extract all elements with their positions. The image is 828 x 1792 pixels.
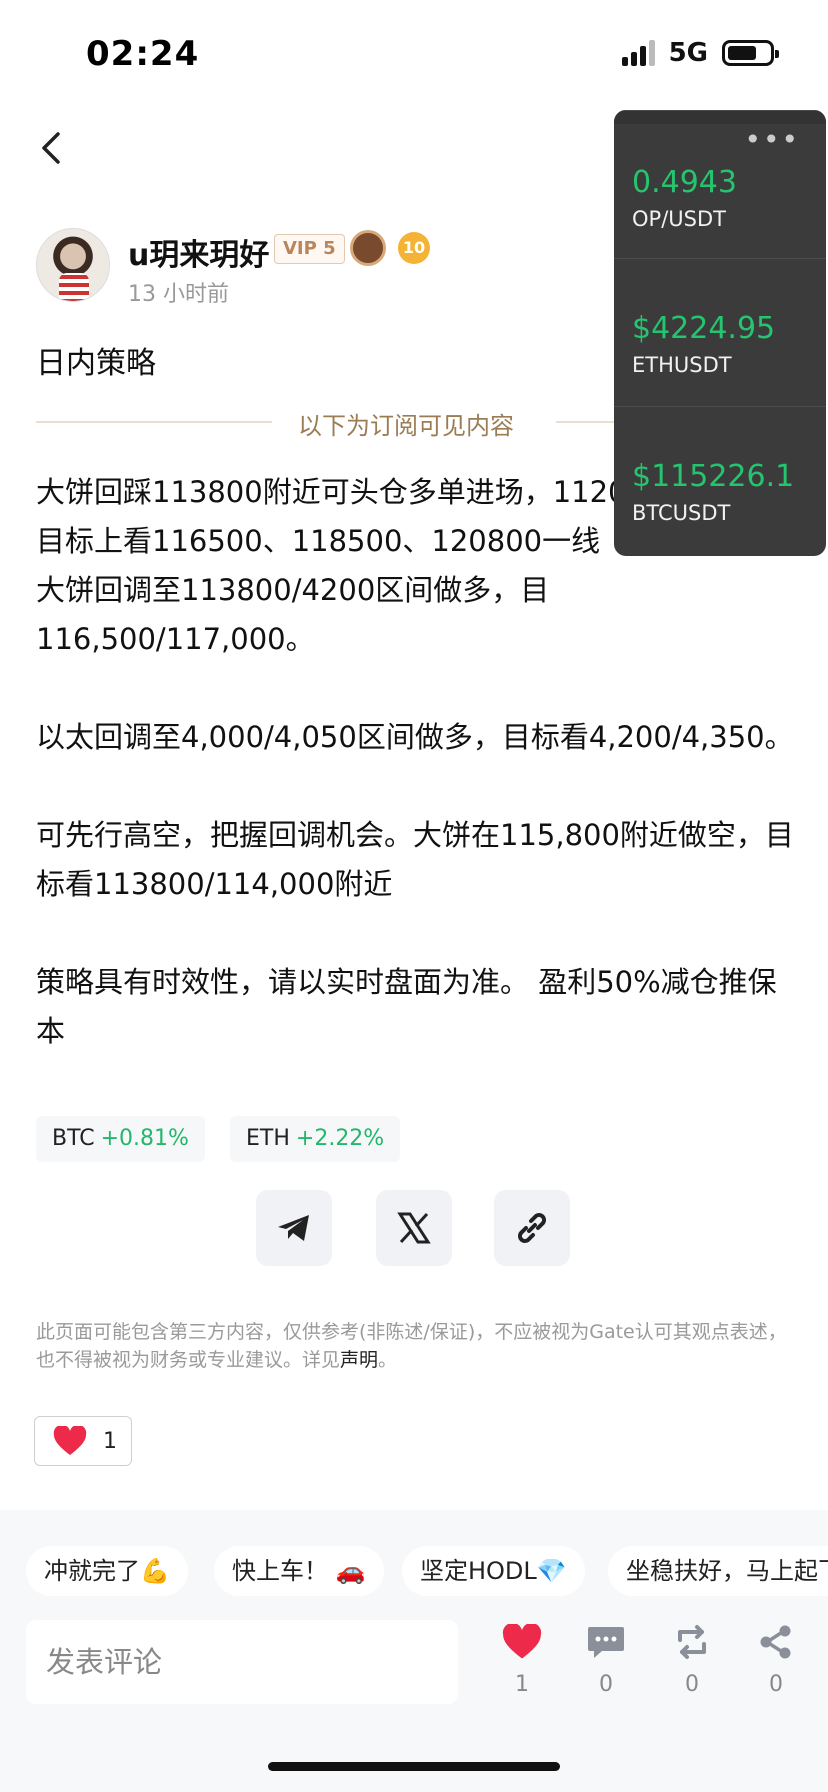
disclaimer-link[interactable]: 声明 [340, 1349, 378, 1371]
coin-symbol: BTC [52, 1126, 95, 1151]
signal-icon [621, 40, 655, 66]
post-time: 13 小时前 [128, 282, 229, 307]
share-count: 0 [769, 1672, 783, 1697]
home-indicator [268, 1762, 560, 1771]
status-icons: 5G [621, 38, 779, 68]
comment-icon [588, 1627, 624, 1658]
avatar[interactable] [36, 228, 110, 302]
heart-icon [53, 1426, 87, 1455]
share-x-button[interactable] [376, 1190, 452, 1266]
ticker-price: $4224.95 [632, 311, 776, 346]
heart-icon [502, 1624, 542, 1659]
share-action[interactable]: 0 [746, 1622, 806, 1697]
ticker-pair: BTCUSDT [632, 501, 731, 525]
disclaimer-text: 此页面可能包含第三方内容，仅供参考(非陈述/保证)，不应被视为Gate认可其观点… [36, 1321, 787, 1371]
quick-reply[interactable]: 坚定HODL💎 [402, 1546, 585, 1596]
back-icon[interactable] [36, 128, 72, 164]
like-count: 1 [103, 1428, 117, 1454]
ticker-row[interactable]: 0.4943 OP/USDT [614, 110, 826, 258]
quick-reply[interactable]: 冲就完了💪 [26, 1546, 188, 1596]
repost-icon [678, 1625, 706, 1659]
divider-line-right [556, 421, 614, 423]
share-icon [760, 1625, 791, 1659]
coin-change: +2.22% [295, 1126, 385, 1151]
status-time: 02:24 [86, 34, 200, 74]
battery-icon [722, 40, 779, 66]
disclaimer: 此页面可能包含第三方内容，仅供参考(非陈述/保证)，不应被视为Gate认可其观点… [36, 1318, 796, 1374]
ticker-pair: ETHUSDT [632, 353, 732, 377]
like-action[interactable]: 1 [492, 1622, 552, 1697]
level-badge: 10 [398, 232, 430, 264]
comment-input[interactable] [26, 1620, 458, 1704]
x-icon [397, 1212, 431, 1244]
disclaimer-end: 。 [378, 1349, 398, 1371]
quick-reply[interactable]: 坐稳扶好，马上起飞 [608, 1546, 828, 1596]
post-paragraph: 以太回调至4,000/4,050区间做多，目标看4,200/4,350。 [36, 720, 794, 754]
ticker-row[interactable]: $4224.95 ETHUSDT [614, 258, 826, 406]
ticker-price: $115226.1 [632, 459, 795, 494]
subscription-divider-text: 以下为订阅可见内容 [298, 412, 514, 440]
divider-line-left [36, 421, 272, 423]
post-paragraph: 可先行高空，把握回调机会。大饼在115,800附近做空，目标看113800/11… [36, 818, 794, 901]
coin-chip-btc[interactable]: BTC +0.81% [36, 1116, 205, 1162]
telegram-icon [278, 1215, 309, 1241]
link-icon [518, 1213, 546, 1243]
post-paragraph: 策略具有时效性，请以实时盘面为准。 盈利50%减仓推保本 [36, 965, 777, 1048]
repost-action[interactable]: 0 [662, 1622, 722, 1697]
like-button[interactable]: 1 [34, 1416, 132, 1466]
post-body: 大饼回踩113800附近可头仓多单进场，112000加仓多、目标上看116500… [36, 468, 796, 1056]
comment-count: 0 [599, 1672, 613, 1697]
vip-badge: VIP 5 [274, 234, 345, 264]
ticker-row[interactable]: $115226.1 BTCUSDT [614, 406, 826, 554]
quick-reply[interactable]: 快上车！ 🚗 [214, 1546, 384, 1596]
coin-change: +0.81% [100, 1126, 189, 1151]
price-ticker-widget[interactable]: ••• 0.4943 OP/USDT $4224.95 ETHUSDT $115… [614, 110, 826, 556]
share-telegram-button[interactable] [256, 1190, 332, 1266]
network-type: 5G [668, 38, 708, 68]
coin-symbol: ETH [246, 1126, 290, 1151]
repost-count: 0 [685, 1672, 699, 1697]
post-title: 日内策略 [36, 346, 156, 381]
comment-action[interactable]: 0 [576, 1622, 636, 1697]
medal-icon [350, 230, 386, 266]
author-name[interactable]: u玥来玥好 [128, 230, 269, 274]
coin-chip-eth[interactable]: ETH +2.22% [230, 1116, 401, 1162]
like-action-count: 1 [515, 1672, 529, 1697]
copy-link-button[interactable] [494, 1190, 570, 1266]
ticker-price: 0.4943 [632, 165, 737, 200]
ticker-pair: OP/USDT [632, 207, 726, 231]
